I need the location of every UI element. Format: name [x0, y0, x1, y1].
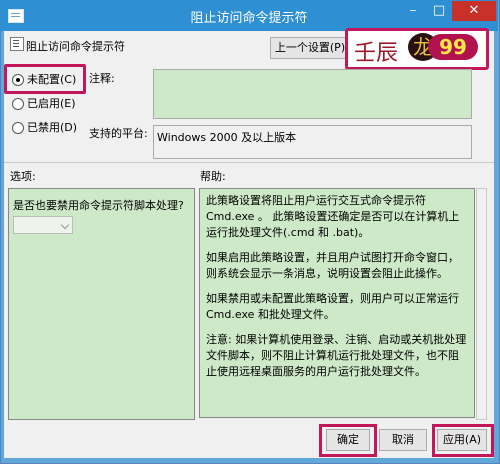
comment-label: 注释: — [89, 72, 115, 85]
divider — [4, 162, 494, 163]
policy-icon — [10, 37, 24, 51]
previous-setting-button[interactable]: 上一个设置(P) — [270, 37, 350, 59]
radio-label: 已禁用(D) — [27, 121, 78, 134]
radio-disabled[interactable]: 已禁用(D) — [12, 119, 78, 134]
platform-box: Windows 2000 及以上版本 — [153, 125, 472, 159]
radio-dot — [12, 74, 24, 86]
radio-label: 已启用(E) — [27, 97, 76, 110]
help-panel: 此策略设置将阻止用户运行交互式命令提示符 Cmd.exe 。 此策略设置还确定是… — [199, 188, 475, 418]
platform-value: Windows 2000 及以上版本 — [157, 131, 297, 144]
policy-name: 阻止访问命令提示符 — [26, 40, 125, 53]
apply-button[interactable]: 应用(A) — [437, 429, 487, 451]
radio-dot — [12, 122, 24, 134]
help-paragraph: 如果禁用或未配置此策略设置，则用户可以正常运行 Cmd.exe 和批处理文件。 — [206, 292, 459, 321]
options-question: 是否也要禁用命令提示符脚本处理? — [13, 199, 184, 212]
minimize-button[interactable]: – — [400, 1, 426, 21]
maximize-button[interactable]: □ — [426, 1, 452, 21]
comment-textarea[interactable] — [153, 69, 472, 119]
help-paragraph: 此策略设置将阻止用户运行交互式命令提示符 Cmd.exe 。 此策略设置还确定是… — [206, 194, 460, 239]
script-processing-dropdown[interactable] — [13, 216, 73, 234]
options-label: 选项: — [10, 170, 36, 183]
options-panel: 是否也要禁用命令提示符脚本处理? — [8, 188, 195, 420]
help-paragraph: 如果启用此策略设置，并且用户试图打开命令窗口，则系统会显示一条消息，说明设置会阻… — [206, 251, 459, 280]
radio-not-configured[interactable]: 未配置(C) — [12, 71, 77, 86]
cancel-button[interactable]: 取消 — [379, 429, 427, 451]
help-scrollbar[interactable] — [476, 188, 487, 420]
close-button[interactable]: ✕ — [452, 1, 496, 21]
badge-name: 壬辰 — [354, 41, 399, 66]
ok-button[interactable]: 确定 — [326, 429, 370, 451]
radio-dot — [12, 98, 24, 110]
title-bar: 阻止访问命令提示符 – □ ✕ — [0, 0, 498, 31]
radio-enabled[interactable]: 已启用(E) — [12, 95, 76, 110]
platform-label: 支持的平台: — [89, 127, 148, 140]
help-label: 帮助: — [200, 170, 226, 183]
badge-number: 99 — [428, 34, 478, 60]
help-paragraph: 注意: 如果计算机使用登录、注销、启动或关机批处理文件脚本，则不阻止计算机运行批… — [206, 333, 467, 378]
watermark-badge: 壬辰 龙 99 — [345, 28, 489, 70]
radio-label: 未配置(C) — [27, 73, 77, 86]
